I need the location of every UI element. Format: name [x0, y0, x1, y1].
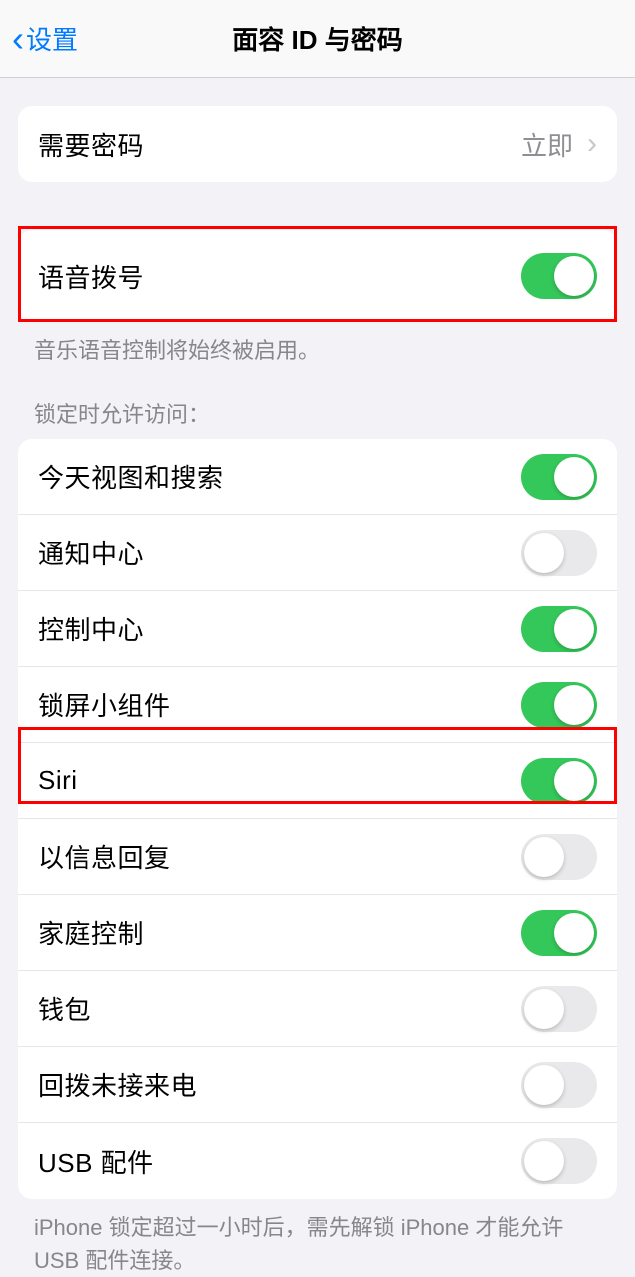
toggle-knob — [554, 761, 594, 801]
toggle-knob — [524, 533, 564, 573]
locked-access-label: 控制中心 — [38, 610, 144, 647]
require-passcode-value-wrap: 立即 › — [521, 126, 597, 163]
require-passcode-value: 立即 — [521, 126, 573, 163]
locked-access-row: 控制中心 — [18, 591, 617, 667]
toggle-knob — [554, 609, 594, 649]
locked-access-toggle[interactable] — [521, 606, 597, 652]
chevron-left-icon: ‹ — [12, 21, 24, 57]
toggle-knob — [524, 1065, 564, 1105]
toggle-knob — [524, 1141, 564, 1181]
require-passcode-label: 需要密码 — [38, 126, 144, 163]
locked-access-toggle[interactable] — [521, 986, 597, 1032]
locked-access-toggle[interactable] — [521, 530, 597, 576]
locked-access-label: 钱包 — [38, 990, 91, 1027]
locked-access-row: Siri — [18, 743, 617, 819]
locked-access-label: USB 配件 — [38, 1143, 154, 1180]
locked-access-toggle[interactable] — [521, 834, 597, 880]
locked-access-row: 锁屏小组件 — [18, 667, 617, 743]
locked-access-label: 通知中心 — [38, 534, 144, 571]
toggle-knob — [524, 837, 564, 877]
locked-access-row: 通知中心 — [18, 515, 617, 591]
locked-access-label: Siri — [38, 765, 78, 796]
locked-access-label: 今天视图和搜索 — [38, 458, 224, 495]
voice-dial-footer: 音乐语音控制将始终被启用。 — [0, 322, 635, 367]
locked-access-row: 家庭控制 — [18, 895, 617, 971]
locked-access-footer: iPhone 锁定超过一小时后，需先解锁 iPhone 才能允许USB 配件连接… — [0, 1199, 635, 1277]
voice-dial-label: 语音拨号 — [38, 258, 144, 295]
locked-access-row: USB 配件 — [18, 1123, 617, 1199]
locked-access-header: 锁定时允许访问： — [0, 367, 635, 439]
locked-access-label: 家庭控制 — [38, 914, 144, 951]
toggle-knob — [554, 256, 594, 296]
locked-access-toggle[interactable] — [521, 758, 597, 804]
passcode-group: 需要密码 立即 › — [18, 106, 617, 182]
back-button[interactable]: ‹ 设置 — [0, 20, 78, 57]
locked-access-label: 锁屏小组件 — [38, 686, 171, 723]
locked-access-row: 回拨未接来电 — [18, 1047, 617, 1123]
back-label: 设置 — [26, 20, 78, 57]
chevron-right-icon: › — [587, 127, 597, 161]
page-title: 面容 ID 与密码 — [232, 20, 402, 57]
locked-access-label: 回拨未接来电 — [38, 1066, 197, 1103]
locked-access-row: 今天视图和搜索 — [18, 439, 617, 515]
locked-access-toggle[interactable] — [521, 1062, 597, 1108]
voice-dial-group: 语音拨号 — [18, 230, 617, 322]
voice-dial-toggle[interactable] — [521, 253, 597, 299]
toggle-knob — [554, 913, 594, 953]
require-passcode-row[interactable]: 需要密码 立即 › — [18, 106, 617, 182]
nav-header: ‹ 设置 面容 ID 与密码 — [0, 0, 635, 78]
locked-access-group: 今天视图和搜索通知中心控制中心锁屏小组件 Siri 以信息回复家庭控制钱包回拨未接来… — [18, 439, 617, 1199]
toggle-knob — [554, 457, 594, 497]
locked-access-toggle[interactable] — [521, 1138, 597, 1184]
locked-access-row: 钱包 — [18, 971, 617, 1047]
locked-access-toggle[interactable] — [521, 454, 597, 500]
locked-access-label: 以信息回复 — [38, 838, 171, 875]
locked-access-toggle[interactable] — [521, 910, 597, 956]
toggle-knob — [524, 989, 564, 1029]
voice-dial-row: 语音拨号 — [18, 230, 617, 322]
locked-access-row: 以信息回复 — [18, 819, 617, 895]
toggle-knob — [554, 685, 594, 725]
locked-access-toggle[interactable] — [521, 682, 597, 728]
